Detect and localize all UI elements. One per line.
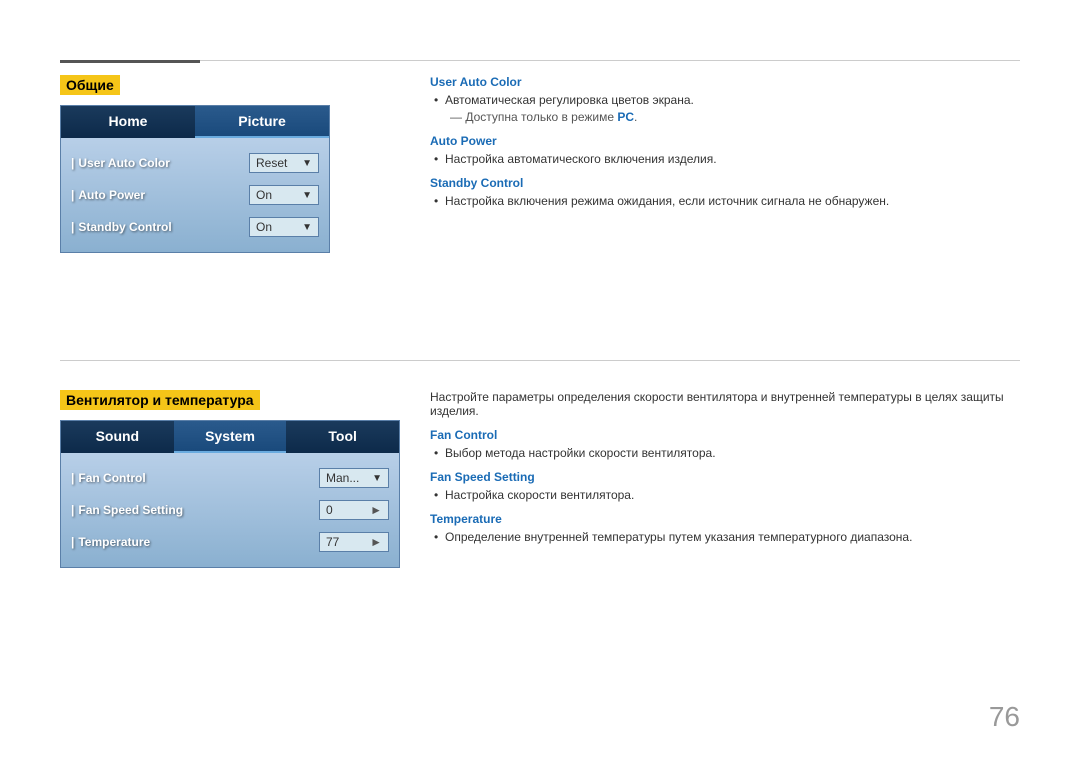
dropdown-arrow-reset: ▼ bbox=[302, 158, 312, 169]
tab-home[interactable]: Home bbox=[61, 106, 195, 138]
desc-standby-bullet: Настройка включения режима ожидания, есл… bbox=[430, 194, 1020, 208]
control-temperature[interactable]: 77 ► bbox=[319, 532, 389, 552]
row-fan-speed: Fan Speed Setting 0 ► bbox=[61, 495, 399, 525]
desc-fan: Настройте параметры определения скорости… bbox=[430, 390, 1020, 547]
label-temperature: Temperature bbox=[71, 535, 319, 549]
label-user-auto-color: User Auto Color bbox=[71, 156, 249, 170]
fan-panel: Sound System Tool Fan Control Man... ▼ F… bbox=[60, 420, 400, 568]
dropdown-arrow-fan-control: ▼ bbox=[372, 473, 382, 484]
desc-fan-control-bullet: Выбор метода настройки скорости вентилят… bbox=[430, 446, 1020, 460]
page-number: 76 bbox=[989, 701, 1020, 733]
section-fan: Вентилятор и температура Sound System To… bbox=[60, 390, 400, 568]
tab-system[interactable]: System bbox=[174, 421, 287, 453]
top-divider bbox=[60, 60, 1020, 61]
stepper-arrow-temperature: ► bbox=[370, 535, 382, 549]
desc-user-auto-color-bullet: Автоматическая регулировка цветов экрана… bbox=[430, 93, 1020, 107]
label-auto-power: Auto Power bbox=[71, 188, 249, 202]
stepper-arrow-fan-speed: ► bbox=[370, 503, 382, 517]
label-standby-control: Standby Control bbox=[71, 220, 249, 234]
control-fan-speed[interactable]: 0 ► bbox=[319, 500, 389, 520]
row-temperature: Temperature 77 ► bbox=[61, 527, 399, 557]
row-fan-control: Fan Control Man... ▼ bbox=[61, 463, 399, 493]
control-standby-text: On bbox=[256, 220, 298, 234]
section-fan-title: Вентилятор и температура bbox=[60, 390, 260, 410]
row-standby-control: Standby Control On ▼ bbox=[61, 212, 329, 242]
control-temperature-text: 77 bbox=[326, 535, 366, 549]
dropdown-arrow-auto-power: ▼ bbox=[302, 190, 312, 201]
desc-auto-power-heading: Auto Power bbox=[430, 134, 1020, 148]
general-panel: Home Picture User Auto Color Reset ▼ Aut… bbox=[60, 105, 330, 253]
desc-auto-power-bullet: Настройка автоматического включения изде… bbox=[430, 152, 1020, 166]
desc-user-auto-color-sub: Доступна только в режиме PC. bbox=[430, 110, 1020, 124]
general-panel-body: User Auto Color Reset ▼ Auto Power On ▼ … bbox=[61, 138, 329, 252]
mid-divider bbox=[60, 360, 1020, 361]
desc-fan-control-heading: Fan Control bbox=[430, 428, 1020, 442]
dropdown-arrow-standby: ▼ bbox=[302, 222, 312, 233]
desc-fan-speed-bullet: Настройка скорости вентилятора. bbox=[430, 488, 1020, 502]
fan-intro: Настройте параметры определения скорости… bbox=[430, 390, 1020, 418]
general-panel-header: Home Picture bbox=[61, 106, 329, 138]
tab-sound[interactable]: Sound bbox=[61, 421, 174, 453]
tab-tool[interactable]: Tool bbox=[286, 421, 399, 453]
control-auto-power-text: On bbox=[256, 188, 298, 202]
control-reset[interactable]: Reset ▼ bbox=[249, 153, 319, 173]
tab-picture[interactable]: Picture bbox=[195, 106, 329, 138]
desc-fan-speed-heading: Fan Speed Setting bbox=[430, 470, 1020, 484]
desc-user-auto-color-heading: User Auto Color bbox=[430, 75, 1020, 89]
desc-temperature-bullet: Определение внутренней температуры путем… bbox=[430, 530, 1020, 544]
section-general-title: Общие bbox=[60, 75, 120, 95]
row-user-auto-color: User Auto Color Reset ▼ bbox=[61, 148, 329, 178]
row-auto-power: Auto Power On ▼ bbox=[61, 180, 329, 210]
control-auto-power[interactable]: On ▼ bbox=[249, 185, 319, 205]
control-reset-text: Reset bbox=[256, 156, 298, 170]
desc-standby-heading: Standby Control bbox=[430, 176, 1020, 190]
label-fan-control: Fan Control bbox=[71, 471, 319, 485]
control-fan-control-text: Man... bbox=[326, 471, 368, 485]
fan-panel-body: Fan Control Man... ▼ Fan Speed Setting 0… bbox=[61, 453, 399, 567]
control-fan-control[interactable]: Man... ▼ bbox=[319, 468, 389, 488]
desc-temperature-heading: Temperature bbox=[430, 512, 1020, 526]
top-divider-accent bbox=[60, 60, 200, 63]
desc-general: User Auto Color Автоматическая регулиров… bbox=[430, 75, 1020, 211]
fan-panel-header: Sound System Tool bbox=[61, 421, 399, 453]
label-fan-speed: Fan Speed Setting bbox=[71, 503, 319, 517]
section-general: Общие Home Picture User Auto Color Reset… bbox=[60, 75, 330, 253]
control-fan-speed-text: 0 bbox=[326, 503, 366, 517]
control-standby[interactable]: On ▼ bbox=[249, 217, 319, 237]
